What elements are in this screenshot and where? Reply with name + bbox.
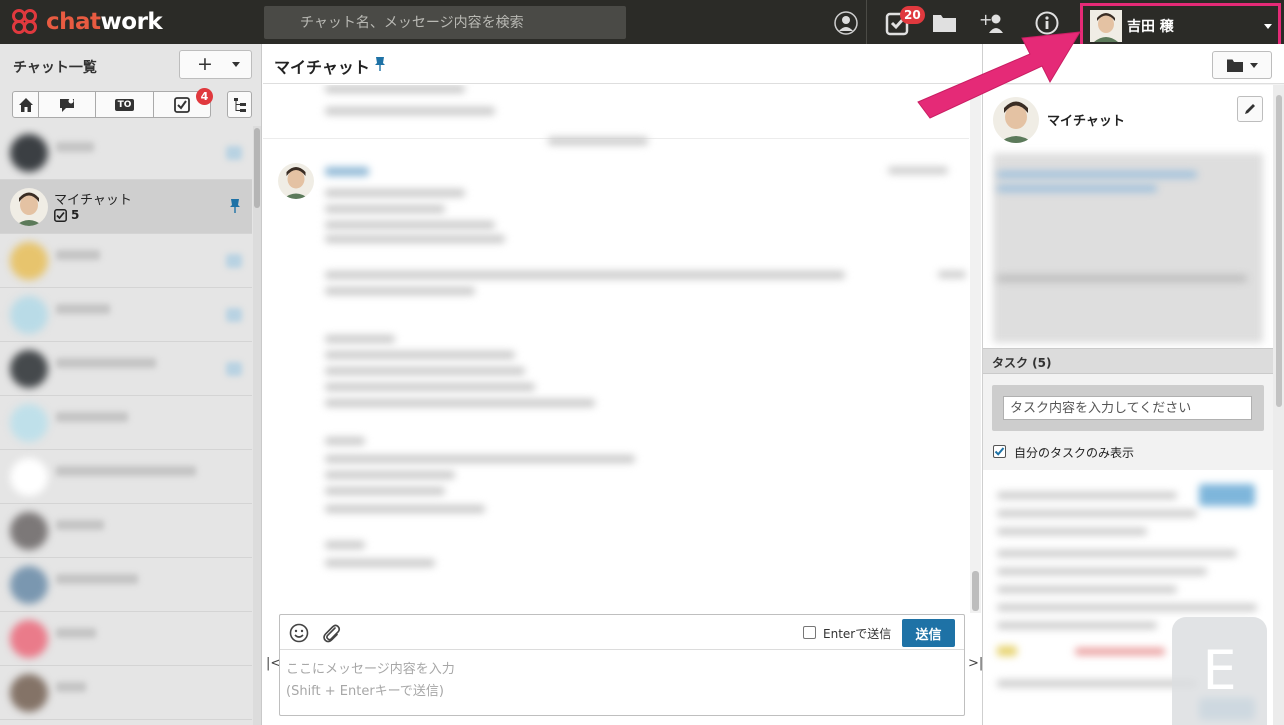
filter-tab-unread[interactable] — [39, 92, 97, 117]
message-avatar[interactable] — [278, 163, 314, 199]
add-chat-button[interactable]: + — [179, 50, 252, 79]
chat-bubble-icon — [60, 98, 75, 112]
logo-text-chat: chat — [46, 9, 101, 35]
chat-main: マイチャット |< >| Enterで送信 送信 ここにメッセージ内容を入力 (… — [263, 44, 983, 725]
header-divider — [866, 0, 867, 44]
list-item[interactable] — [0, 504, 252, 558]
check-icon — [994, 447, 1005, 456]
list-item[interactable] — [0, 558, 252, 612]
list-item[interactable] — [0, 666, 252, 720]
enter-to-send-checkbox[interactable] — [803, 626, 816, 639]
room-task-count-value: 5 — [71, 208, 80, 222]
only-my-tasks-label: 自分のタスクのみ表示 — [1014, 446, 1135, 460]
folder-icon — [1227, 59, 1243, 72]
only-my-tasks-checkbox[interactable] — [993, 445, 1006, 458]
user-name: 吉田 穣 — [1127, 19, 1174, 35]
list-item[interactable] — [0, 342, 252, 396]
chat-list-title: チャット一覧 — [13, 60, 97, 76]
task-icon — [54, 208, 67, 222]
file-menu-button[interactable] — [1212, 51, 1272, 79]
filter-tab-all[interactable] — [13, 92, 39, 117]
global-header: chatwork 20 + — [0, 0, 1284, 47]
logo-text-work: work — [100, 9, 163, 35]
home-icon — [18, 97, 33, 112]
edit-room-button[interactable] — [1237, 96, 1263, 122]
list-item[interactable] — [0, 126, 252, 180]
task-section-title: タスク (5) — [992, 356, 1052, 370]
list-item[interactable] — [0, 450, 252, 504]
list-item[interactable] — [0, 234, 252, 288]
user-menu-button[interactable]: 吉田 穣 — [1080, 3, 1281, 47]
message-timeline[interactable] — [263, 85, 981, 613]
chat-header: マイチャット — [263, 44, 981, 84]
list-item[interactable] — [0, 288, 252, 342]
room-avatar — [10, 188, 48, 226]
search-input[interactable] — [264, 6, 626, 39]
chat-room-list: マイチャット 5 — [0, 126, 252, 725]
chevron-down-icon — [1264, 24, 1272, 29]
pin-icon[interactable] — [374, 56, 386, 76]
room-name: マイチャット — [54, 193, 132, 208]
watermark-logo: E — [1172, 617, 1267, 725]
task-filter-badge: 4 — [196, 88, 213, 105]
room-task-count: 5 — [54, 208, 79, 222]
to-icon: TO — [114, 98, 135, 111]
pin-icon[interactable] — [229, 198, 241, 218]
enter-to-send-label: Enterで送信 — [823, 627, 892, 641]
sidebar-scrollbar[interactable] — [253, 126, 261, 725]
chatwork-logo[interactable]: chat work — [10, 6, 163, 38]
message-composer: Enterで送信 送信 — [279, 614, 965, 716]
message-input[interactable] — [280, 651, 964, 715]
chat-title: マイチャット — [274, 58, 370, 77]
task-input[interactable] — [1003, 396, 1252, 420]
composer-toolbar: Enterで送信 送信 — [280, 615, 964, 650]
panel-scrollbar[interactable] — [1273, 85, 1284, 725]
collapse-panel-button[interactable]: >| — [968, 656, 983, 671]
timeline-scrollbar[interactable] — [970, 85, 981, 613]
contact-icon[interactable] — [832, 9, 860, 37]
category-tree-button[interactable] — [227, 91, 252, 118]
plus-icon: + — [197, 53, 213, 75]
chatwork-logo-icon — [10, 7, 40, 37]
pencil-icon — [1245, 104, 1255, 114]
chat-filter-tabs: TO — [12, 91, 211, 118]
task-add-box — [992, 385, 1264, 431]
list-item[interactable] — [0, 396, 252, 450]
chat-list-sidebar: チャット一覧 + TO 4 マイチャット 5 — [0, 44, 262, 725]
send-button[interactable]: 送信 — [902, 619, 955, 647]
filter-tab-to[interactable]: TO — [96, 92, 154, 117]
task-icon — [173, 96, 190, 113]
emoji-icon[interactable] — [289, 623, 309, 647]
chevron-down-icon — [232, 62, 240, 67]
user-avatar — [1090, 10, 1122, 42]
tree-icon — [233, 97, 246, 112]
task-section-header: タスク (5) — [983, 348, 1273, 374]
annotation-arrow — [917, 31, 1081, 119]
chat-room-my-chat[interactable]: マイチャット 5 — [0, 180, 252, 234]
paperclip-icon[interactable] — [321, 622, 341, 648]
list-item[interactable] — [0, 612, 252, 666]
chevron-down-icon — [1250, 62, 1258, 68]
